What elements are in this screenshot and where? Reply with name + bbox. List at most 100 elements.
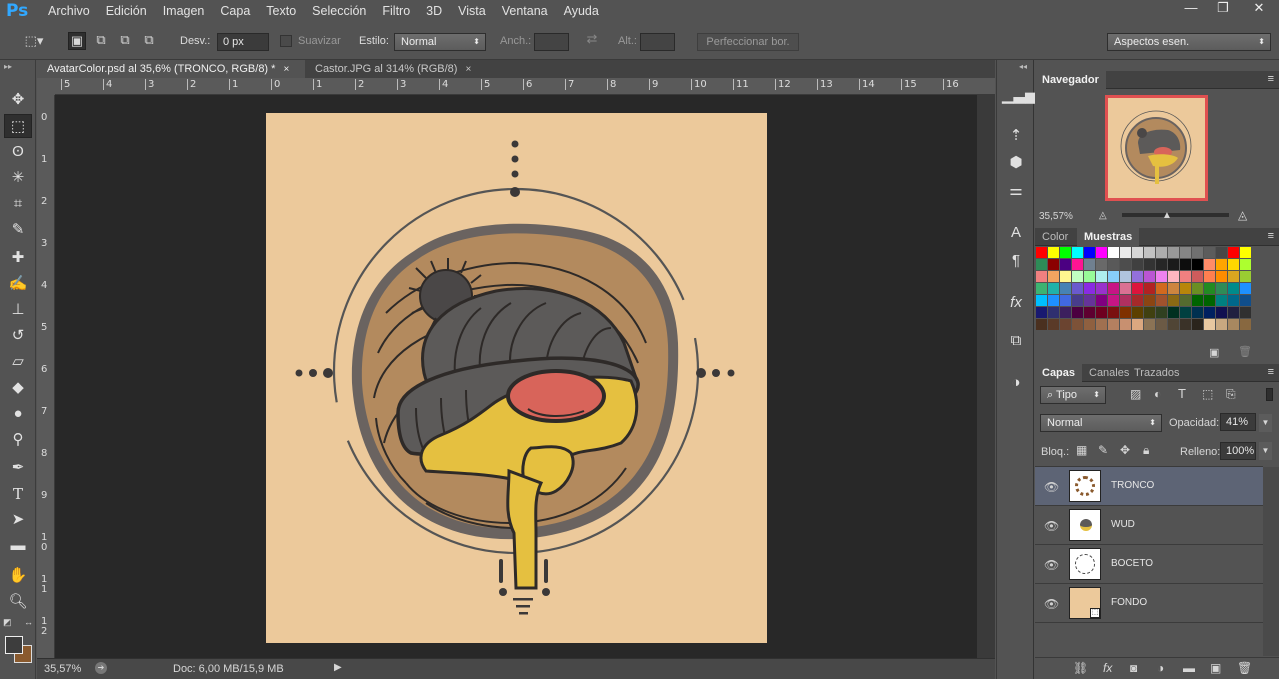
panel-menu-icon[interactable]: ≡: [1268, 230, 1274, 242]
color-swatch[interactable]: [1192, 283, 1203, 294]
status-arrow-icon[interactable]: ▶: [334, 662, 342, 673]
menu-edicion[interactable]: Edición: [98, 0, 155, 23]
color-swatch[interactable]: [1240, 259, 1251, 270]
paragraph-icon[interactable]: ¶: [1002, 250, 1030, 272]
color-swatch[interactable]: [1108, 271, 1119, 282]
filter-toggle[interactable]: [1266, 388, 1273, 401]
tab-swatches[interactable]: Muestras: [1077, 228, 1140, 246]
color-swatch[interactable]: [1204, 259, 1215, 270]
color-swatch[interactable]: [1228, 307, 1239, 318]
magic-wand-tool-icon[interactable]: ✳: [4, 166, 32, 190]
menu-vista[interactable]: Vista: [450, 0, 494, 23]
color-swatch[interactable]: [1048, 319, 1059, 330]
color-swatch[interactable]: [1048, 295, 1059, 306]
delete-swatch-icon[interactable]: 🗑︎: [1238, 345, 1252, 358]
pen-tool-icon[interactable]: ✒: [4, 456, 32, 480]
color-swatch[interactable]: [1180, 319, 1191, 330]
color-swatch[interactable]: [1192, 295, 1203, 306]
color-swatch[interactable]: [1168, 307, 1179, 318]
navigator-zoom-value[interactable]: 35,57%: [1039, 211, 1073, 222]
color-swatch[interactable]: [1156, 259, 1167, 270]
eraser-tool-icon[interactable]: ▱: [4, 350, 32, 374]
color-swatch[interactable]: [1168, 247, 1179, 258]
clone-source-icon[interactable]: ◑: [1002, 372, 1030, 394]
color-swatch[interactable]: [1096, 247, 1107, 258]
eyedropper-tool-icon[interactable]: ✎: [4, 218, 32, 242]
color-swatch[interactable]: [1084, 295, 1095, 306]
layer-row-wud[interactable]: 👁︎ WUD: [1035, 506, 1263, 545]
zoom-readout[interactable]: 35,57%: [44, 663, 81, 675]
color-swatch[interactable]: [1048, 247, 1059, 258]
layer-row-boceto[interactable]: 👁︎ BOCETO: [1035, 545, 1263, 584]
navigator-thumbnail[interactable]: [1105, 95, 1208, 201]
lock-all-icon[interactable]: 🔒︎: [1143, 443, 1149, 458]
color-swatch[interactable]: [1192, 259, 1203, 270]
color-swatch[interactable]: [1156, 283, 1167, 294]
restore-button[interactable]: ❐: [1207, 0, 1239, 18]
menu-archivo[interactable]: Archivo: [40, 0, 98, 23]
color-swatch[interactable]: [1156, 247, 1167, 258]
opacity-dropdown-icon[interactable]: ▼: [1259, 414, 1272, 432]
feather-input[interactable]: 0 px: [217, 33, 269, 51]
color-swatch[interactable]: [1036, 271, 1047, 282]
lock-transparency-icon[interactable]: ▦: [1076, 443, 1087, 457]
layer-name[interactable]: WUD: [1111, 519, 1135, 530]
color-swatch[interactable]: [1036, 295, 1047, 306]
eye-icon[interactable]: 👁︎: [1044, 597, 1059, 611]
add-mask-icon[interactable]: ◙: [1130, 661, 1137, 675]
color-swatch[interactable]: [1060, 271, 1071, 282]
vertical-scrollbar[interactable]: [977, 95, 995, 658]
color-swatch[interactable]: [1072, 247, 1083, 258]
color-swatch[interactable]: [1228, 283, 1239, 294]
color-swatch[interactable]: [1240, 319, 1251, 330]
layers-scrollbar[interactable]: [1263, 467, 1279, 656]
hand-tool-icon[interactable]: ✋: [4, 564, 32, 588]
color-swatch[interactable]: [1216, 319, 1227, 330]
tab-paths[interactable]: Trazados: [1127, 364, 1186, 382]
rectangle-tool-icon[interactable]: ▬: [4, 534, 32, 558]
lasso-tool-icon[interactable]: ʘ: [4, 140, 32, 164]
filter-smart-object-icon[interactable]: ⎘: [1226, 387, 1236, 402]
color-swatch[interactable]: [1240, 271, 1251, 282]
minimize-button[interactable]: —: [1175, 0, 1207, 18]
color-swatch[interactable]: [1072, 319, 1083, 330]
color-swatch[interactable]: [1180, 283, 1191, 294]
layer-name[interactable]: BOCETO: [1111, 558, 1153, 569]
style-select[interactable]: Normal ⬍: [394, 33, 486, 51]
opacity-input[interactable]: 41%: [1220, 413, 1256, 431]
menu-texto[interactable]: Texto: [258, 0, 304, 23]
filter-shape-icon[interactable]: ⬚: [1202, 387, 1213, 401]
marquee-tool-icon[interactable]: ⬚: [4, 114, 32, 138]
ruler-corner[interactable]: [37, 78, 55, 95]
color-swatch[interactable]: [1180, 247, 1191, 258]
color-swatch[interactable]: [1204, 307, 1215, 318]
tab-avatarcolor[interactable]: AvatarColor.psd al 35,6% (TRONCO, RGB/8)…: [37, 60, 305, 78]
default-colors-icon[interactable]: ◩: [3, 617, 12, 628]
color-swatch[interactable]: [1168, 283, 1179, 294]
fill-dropdown-icon[interactable]: ▼: [1259, 442, 1272, 460]
color-swatch[interactable]: [1216, 247, 1227, 258]
menu-ventana[interactable]: Ventana: [494, 0, 556, 23]
color-swatch[interactable]: [1144, 247, 1155, 258]
filter-type-icon[interactable]: T: [1178, 386, 1186, 401]
color-swatch[interactable]: [1144, 307, 1155, 318]
color-swatch[interactable]: [1180, 295, 1191, 306]
zoom-in-icon[interactable]: ◬: [1238, 208, 1247, 222]
swap-icon[interactable]: ⇄: [582, 31, 602, 47]
color-swatch[interactable]: [1120, 307, 1131, 318]
clone-stamp-tool-icon[interactable]: ⊥: [4, 298, 32, 322]
tab-navigator[interactable]: Navegador: [1035, 71, 1106, 89]
color-swatch[interactable]: [1156, 307, 1167, 318]
height-input[interactable]: [640, 33, 675, 51]
color-swatch[interactable]: [1084, 283, 1095, 294]
color-swatch[interactable]: [1108, 295, 1119, 306]
new-layer-icon[interactable]: ▣: [1210, 661, 1221, 675]
color-swatch[interactable]: [1108, 247, 1119, 258]
color-swatch[interactable]: [1048, 307, 1059, 318]
foreground-color-swatch[interactable]: [5, 636, 23, 654]
color-swatch[interactable]: [1240, 295, 1251, 306]
color-swatch[interactable]: [1036, 247, 1047, 258]
blend-mode-select[interactable]: Normal ⬍: [1040, 414, 1162, 432]
color-swatch[interactable]: [1036, 307, 1047, 318]
filter-adjustment-icon[interactable]: ◐: [1154, 387, 1161, 401]
